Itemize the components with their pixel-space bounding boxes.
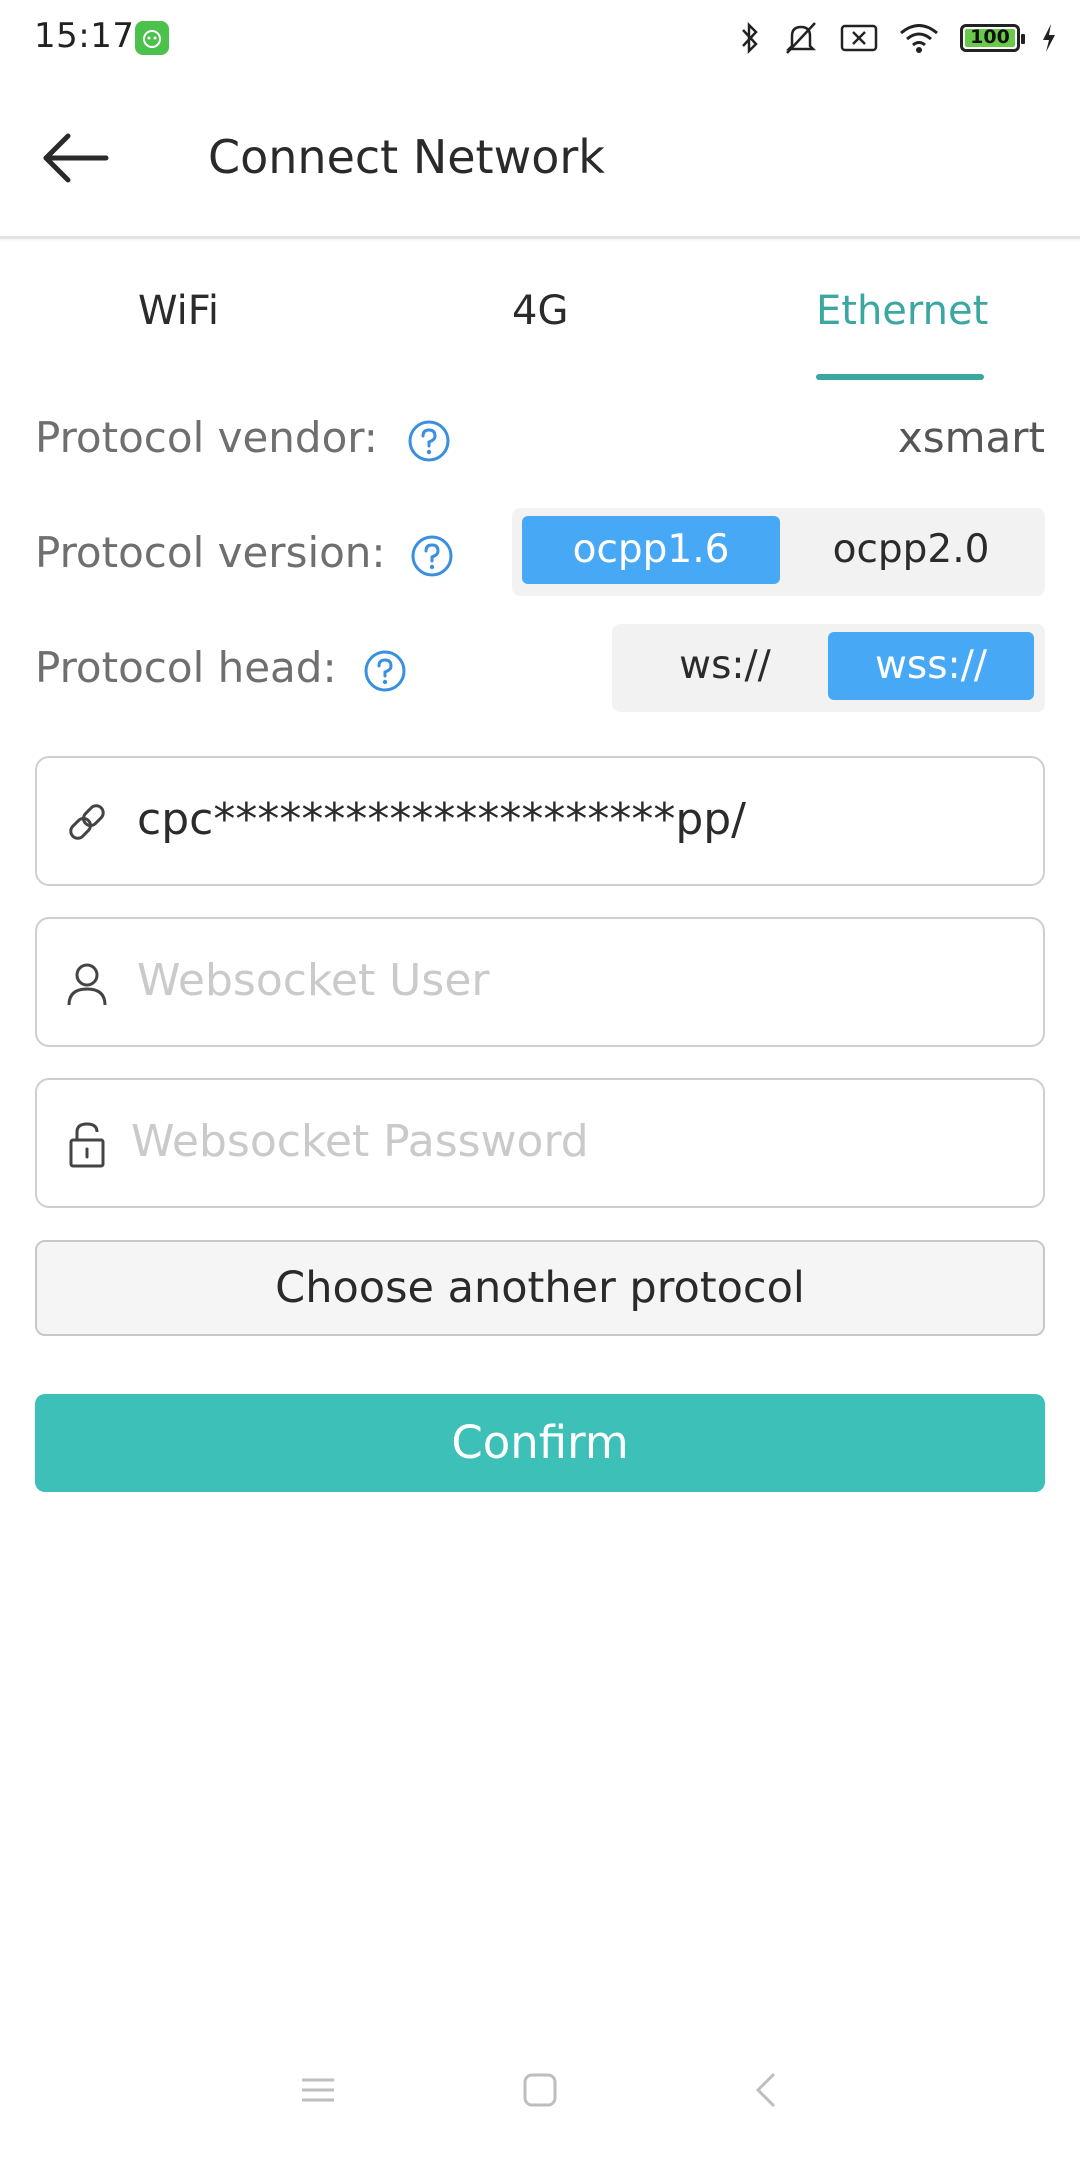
page-title: Connect Network [208,130,605,184]
back-button[interactable] [40,128,120,188]
active-tab-indicator [816,374,984,380]
protocol-head-label: Protocol head: [35,643,337,692]
tab-4g[interactable]: 4G [512,288,568,334]
websocket-user-input[interactable]: Websocket User [137,955,489,1006]
choose-another-protocol-button[interactable]: Choose another protocol [35,1240,1045,1336]
help-icon[interactable] [363,649,407,693]
unlock-icon [69,1122,105,1168]
protocol-version-label: Protocol version: [35,528,386,577]
silent-icon [785,22,817,54]
battery-icon: 100 [960,24,1025,52]
help-icon[interactable] [410,534,454,578]
home-icon[interactable] [522,2072,558,2108]
websocket-url-value: cpc*********************pp/ [137,794,746,845]
wifi-icon [900,24,938,53]
user-icon [67,963,107,1006]
status-icons: 100 [738,18,1058,58]
websocket-password-field[interactable]: Websocket Password [35,1078,1045,1208]
menu-icon[interactable] [300,2072,336,2108]
battery-level: 100 [970,26,1010,48]
arrow-left-icon [43,133,109,183]
confirm-button[interactable]: Confirm [35,1394,1045,1492]
version-option-ocpp20[interactable]: ocpp2.0 [784,516,1038,584]
websocket-password-input[interactable]: Websocket Password [131,1116,589,1167]
bluetooth-icon [742,21,758,55]
protocol-vendor-label: Protocol vendor: [35,413,378,462]
no-sim-icon [840,24,878,52]
status-bar: 15:17 100 [0,0,1080,80]
system-nav-bar [0,2060,1080,2130]
protocol-vendor-row: Protocol vendor: xsmart [35,393,1045,483]
network-tabs: WiFi 4G Ethernet [0,240,1080,380]
app-notification-icon [135,21,169,55]
protocol-head-selector: ws:// wss:// [612,624,1045,712]
version-option-ocpp16[interactable]: ocpp1.6 [522,516,780,584]
status-time: 15:17 [34,16,135,56]
charging-icon [1043,24,1055,52]
app-header: Connect Network [0,80,1080,239]
protocol-vendor-value: xsmart [897,413,1045,462]
link-icon [69,804,105,840]
websocket-url-field[interactable]: cpc*********************pp/ [35,756,1045,886]
head-option-ws[interactable]: ws:// [622,632,828,700]
head-option-wss[interactable]: wss:// [828,632,1034,700]
websocket-user-field[interactable]: Websocket User [35,917,1045,1047]
tab-ethernet[interactable]: Ethernet [816,288,988,334]
back-nav-icon[interactable] [752,2072,782,2108]
help-icon[interactable] [407,419,451,463]
tab-wifi[interactable]: WiFi [138,288,219,334]
protocol-version-selector: ocpp1.6 ocpp2.0 [512,508,1045,596]
